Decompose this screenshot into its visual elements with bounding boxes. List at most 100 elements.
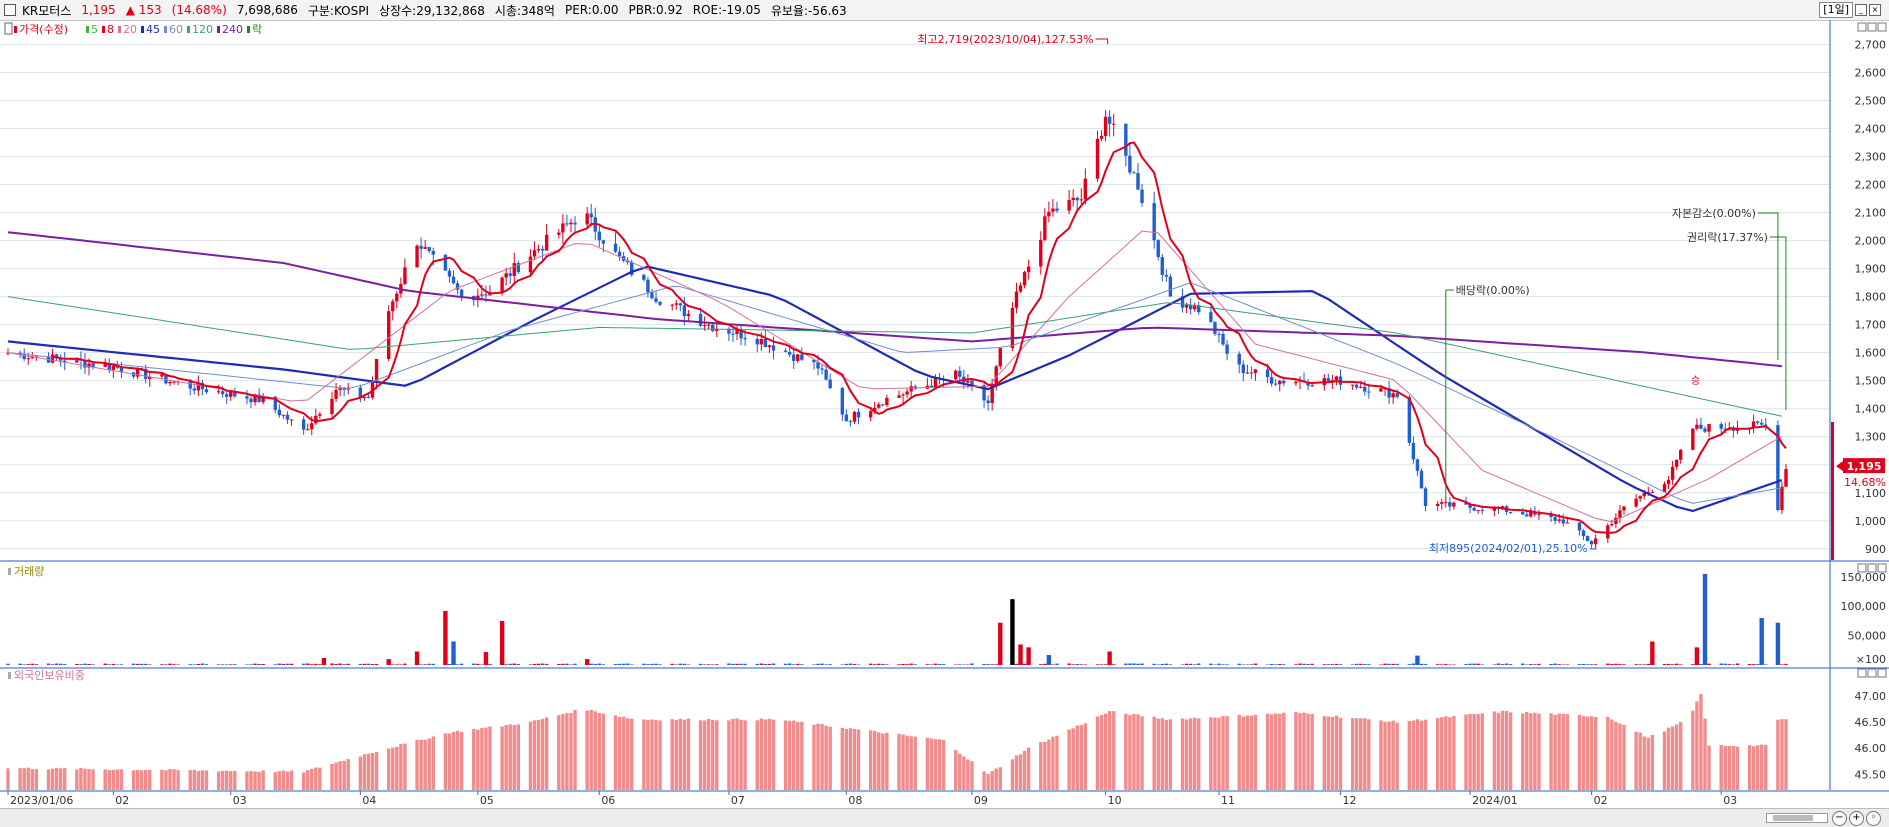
foreign-ratio-bar [1298,713,1301,790]
foreign-ratio-bar [1452,716,1455,790]
x-tick-label: 03 [233,794,247,807]
stock-chart[interactable]: 9001,0001,1001,2001,3001,4001,5001,6001,… [0,20,1889,808]
foreign-ratio-bar [517,724,520,790]
foreign-ratio-bar [47,769,50,790]
candle-body [1395,393,1398,397]
candle-body [1566,523,1569,524]
volume-bar [1412,664,1415,665]
scrollbar-thumb[interactable] [1773,815,1813,821]
foreign-ratio-bar [189,770,192,790]
volume-bar [1080,664,1083,665]
volume-bar [743,664,746,665]
foreign-legend-swatch [8,672,11,679]
foreign-ratio-bar [590,710,593,790]
foreign-ratio-bar [116,769,119,790]
volume-bar [1732,664,1735,665]
volume-bar [756,664,759,665]
candle-body [1185,305,1188,308]
foreign-ratio-bar [1193,718,1196,790]
foreign-ratio-bar [792,721,795,790]
foreign-ratio-bar [1331,717,1334,790]
foreign-ratio-bar [1282,713,1285,790]
volume-bar [286,664,289,665]
foreign-ratio-bar [942,740,945,790]
foreign-ratio-bar [1606,717,1609,790]
axis-labels: 9001,0001,1001,2001,3001,4001,5001,6001,… [8,38,1886,807]
price-change: ▲ 153 [126,3,162,17]
foreign-ratio-bar [136,770,139,790]
moving-average-lines [8,143,1786,533]
candle-body [375,359,378,381]
foreign-ratio-bar [1124,714,1127,790]
zoom-out-icon[interactable]: − [1832,811,1847,826]
foreign-ratio-bar [509,724,512,790]
volume-bar [217,664,220,665]
foreign-ratio-bar [1323,716,1326,790]
volume-bar [148,664,151,665]
checkbox[interactable] [4,4,16,16]
foreign-ratio-bar [869,730,872,790]
foreign-ratio-bar [1464,714,1467,790]
minimize-icon[interactable]: _ [1855,4,1867,16]
foreign-ratio-bar [448,733,451,790]
foreign-ratio-bar [456,731,459,790]
period-selector[interactable]: [1일] [1819,2,1853,18]
foreign-ratio-bar [1732,746,1735,790]
foreign-ratio-bar [557,715,560,790]
listed-shares: 상장수:29,132,868 [379,2,485,19]
chart-scrollbar[interactable] [1766,813,1828,823]
foreign-ratio-bar [1302,713,1305,790]
volume-bar [930,664,933,665]
candle-body [1076,198,1079,200]
foreign-ratio-bar [1533,713,1536,790]
volume-bar [934,664,937,665]
foreign-ratio-bar [120,769,123,790]
candle-body [675,303,678,304]
candle-body [1703,429,1706,432]
foreign-ratio-bar [909,736,912,790]
foreign-ratio-bar [1027,748,1030,790]
candle-body [193,389,196,391]
volume-bar [914,664,917,665]
candle-body [1011,308,1014,348]
candle-body [217,391,220,392]
volume-bar [594,664,597,665]
foreign-ratio-bar [1752,746,1755,790]
volume-bar [1339,664,1342,665]
market-type: 구분:KOSPI [308,2,369,19]
foreign-ratio-bar [500,726,503,790]
price-tick-label: 1,400 [1855,403,1887,416]
volume-bar [1124,664,1127,665]
price-tick-label: 1,000 [1855,515,1887,528]
volume-bar [881,664,884,665]
candle-body [1537,514,1540,515]
volume-bar [1351,664,1354,665]
volume-bar [1140,664,1143,665]
zoom-in-icon[interactable]: + [1849,811,1864,826]
candle-body [1525,515,1528,517]
stock-name[interactable]: KR모터스 [22,2,71,19]
foreign-ratio-bar [1448,717,1451,790]
close-icon[interactable]: × [1869,4,1881,16]
volume-bar [1294,664,1297,665]
candle-body [683,305,686,316]
volume-bar [403,664,406,665]
candle-body [1335,376,1338,380]
foreign-ratio-bar [55,768,58,790]
candle-body [172,382,175,383]
price-tick-label: 1,300 [1855,431,1887,444]
volume-value: 7,698,686 [237,3,298,17]
candle-body [1529,512,1532,517]
candle-body [650,292,653,298]
volume-bar [1537,664,1540,665]
foreign-ratio-bar [91,769,94,790]
candle-body [545,235,548,251]
foreign-ratio-bar [1537,714,1540,790]
candle-body [1651,492,1654,493]
foreign-ratio-bar [387,749,390,790]
foreign-ratio-bar [1634,732,1637,790]
volume-bar [172,664,175,665]
volume-spike-bar [1018,644,1022,665]
zoom-reset-icon[interactable]: ◦ [1866,811,1881,826]
volume-bar [1169,664,1172,665]
